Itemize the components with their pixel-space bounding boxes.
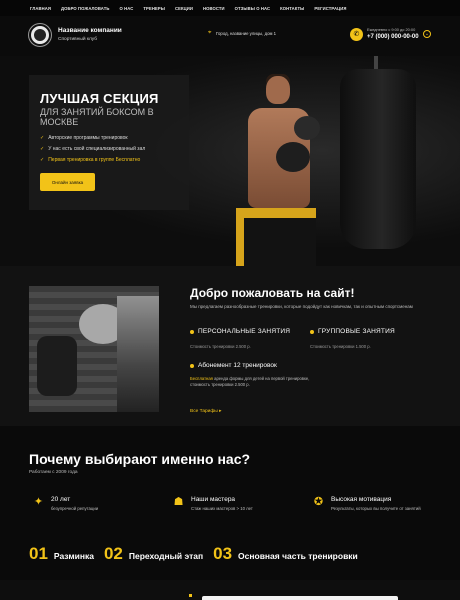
hero-subtitle: ДЛЯ ЗАНЯТИЙ БОКСОМ В МОСКВЕ — [40, 107, 154, 127]
service-personal[interactable]: ПЕРСОНАЛЬНЫЕ ЗАНЯТИЯ — [190, 328, 290, 335]
price-personal: Стоимость тренировки 2.500 р. — [190, 344, 251, 349]
subscription-text: Бесплатная аренда формы для детей на пер… — [190, 376, 310, 387]
decor-dot — [189, 594, 192, 597]
company-subtitle: Спортивный клуб — [58, 37, 97, 42]
step-transition: 02 Переходный этап — [103, 544, 204, 563]
list-item: ✓ У нас есть свой специализированный зал — [40, 146, 146, 152]
company-block: Название компании Спортивный клуб — [58, 27, 122, 42]
address: ⌖ Город, название улицы, дом 1 — [208, 30, 276, 36]
check-icon: ✓ — [40, 146, 45, 152]
nav-register[interactable]: РЕГИСТРАЦИЯ — [314, 6, 346, 11]
handshake-icon: ✦ — [33, 496, 44, 508]
nav-home[interactable]: ГЛАВНАЯ — [30, 6, 51, 11]
hero-checklist: ✓ Авторские программы тренировок ✓ У нас е… — [40, 135, 145, 168]
welcome-section: Добро пожаловать на сайт! Мы предлагаем … — [0, 266, 460, 426]
welcome-text: Мы предлагаем разнообразные тренировки, … — [190, 304, 413, 309]
chevron-down-icon[interactable]: ⌄ — [423, 30, 431, 38]
nav-news[interactable]: НОВОСТИ — [203, 6, 225, 11]
phone-number[interactable]: +7 (000) 000-00-00 — [367, 34, 419, 40]
welcome-title: Добро пожаловать на сайт! — [190, 286, 355, 300]
bullet-icon — [190, 363, 194, 368]
bottom-input[interactable] — [202, 596, 398, 600]
punching-bag-image — [332, 56, 424, 266]
phone-icon[interactable]: ✆ — [350, 28, 363, 41]
list-item: ✓ Авторские программы тренировок — [40, 135, 128, 141]
nav-about[interactable]: О НАС — [120, 6, 134, 11]
feature-reputation: ✦ 20 лет безупречной репутации — [33, 496, 99, 511]
check-icon: ✓ — [40, 157, 45, 163]
hero-section: ЛУЧШАЯ СЕКЦИЯ ДЛЯ ЗАНЯТИЙ БОКСОМ В МОСКВ… — [0, 56, 460, 266]
nav-sections[interactable]: СЕКЦИИ — [175, 6, 193, 11]
bullet-icon — [310, 329, 314, 334]
price-group: Стоимость тренировки 1.500 р. — [310, 344, 371, 349]
feature-masters: ☗ Наши мастера Стаж наших мастеров > 10 … — [173, 496, 253, 511]
why-title: Почему выбирают именно нас? — [29, 451, 251, 467]
top-navigation: ГЛАВНАЯ ДОБРО ПОЖАЛОВАТЬ О НАС ТРЕНЕРЫ С… — [0, 0, 460, 16]
address-text: Город, название улицы, дом 1 — [216, 30, 277, 36]
all-tariffs-link[interactable]: Все Тарифы ▸ — [190, 409, 222, 414]
list-item: ✓ Первая тренировка в группе Бесплатно — [40, 157, 141, 163]
service-group[interactable]: ГРУППОВЫЕ ЗАНЯТИЯ — [310, 328, 395, 335]
bullet-icon — [190, 329, 194, 334]
female-boxer-photo — [29, 286, 159, 412]
hero-card: ЛУЧШАЯ СЕКЦИЯ ДЛЯ ЗАНЯТИЙ БОКСОМ В МОСКВ… — [29, 75, 189, 210]
working-hours: Ежедневно с 9:00 до 20:00 — [367, 27, 416, 32]
location-pin-icon: ⌖ — [208, 30, 212, 36]
step-warmup: 01 Разминка — [29, 544, 94, 563]
check-icon: ✓ — [40, 135, 45, 141]
motivation-icon: ✪ — [313, 496, 324, 508]
company-name: Название компании — [58, 27, 122, 34]
arrow-right-icon: ▸ — [219, 409, 222, 414]
why-us-section: Почему выбирают именно нас? Работаем с 2… — [0, 426, 460, 600]
site-header: Название компании Спортивный клуб ⌖ Горо… — [0, 16, 460, 56]
boxer-image — [228, 68, 328, 266]
since-text: Работаем с 2009 года — [29, 470, 78, 475]
nav-contacts[interactable]: КОНТАКТЫ — [280, 6, 304, 11]
trainers-icon: ☗ — [173, 496, 184, 508]
hero-title: ЛУЧШАЯ СЕКЦИЯ — [40, 91, 159, 106]
subscription-title[interactable]: Абонемент 12 тренировок — [190, 362, 277, 369]
step-main: 03 Основная часть тренировки — [213, 544, 358, 563]
nav-trainers[interactable]: ТРЕНЕРЫ — [143, 6, 165, 11]
club-logo[interactable] — [29, 24, 51, 46]
nav-reviews[interactable]: ОТЗЫВЫ О НАС — [235, 6, 270, 11]
feature-motivation: ✪ Высокая мотивация Результаты, которых … — [313, 496, 421, 511]
nav-welcome[interactable]: ДОБРО ПОЖАЛОВАТЬ — [61, 6, 109, 11]
online-request-button[interactable]: Онлайн заявка — [40, 173, 95, 191]
training-steps: 01 Разминка 02 Переходный этап 03 Основная … — [29, 544, 358, 564]
